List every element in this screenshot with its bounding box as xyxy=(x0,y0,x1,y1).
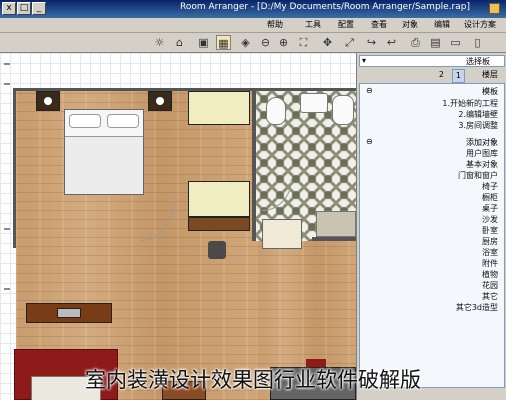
object-category[interactable]: 基本对象 xyxy=(466,159,498,170)
template-item[interactable]: 2.编辑墙壁 xyxy=(458,109,498,120)
floor-plan xyxy=(13,88,356,400)
wall-left xyxy=(13,88,16,248)
wall-tool-icon[interactable]: ▦ xyxy=(216,35,231,50)
desk-drawer xyxy=(188,217,250,231)
lamp-icon xyxy=(156,97,164,105)
object-category[interactable]: 附件 xyxy=(482,258,498,269)
window-tool-icon[interactable]: ⌂ xyxy=(172,35,187,50)
pillow xyxy=(107,114,139,128)
save-icon[interactable]: ▤ xyxy=(428,35,443,50)
ruler-mark xyxy=(4,228,10,230)
menu-view[interactable]: 查看 xyxy=(371,19,387,30)
app-icon xyxy=(489,3,500,14)
object-category[interactable]: 卧室 xyxy=(482,225,498,236)
3d-view-icon[interactable]: ◈ xyxy=(238,35,253,50)
move-icon[interactable]: ✥ xyxy=(320,35,335,50)
maximize-window-button[interactable]: □ xyxy=(17,2,31,15)
office-chair[interactable] xyxy=(208,241,226,259)
nightstand-right[interactable] xyxy=(148,91,172,111)
object-category[interactable]: 植物 xyxy=(482,269,498,280)
nightstand-left[interactable] xyxy=(36,91,60,111)
caption-text: 室内装潢设计效果图行业软件破解版 xyxy=(85,368,421,392)
ruler-mark xyxy=(4,83,10,85)
tab-floor-2[interactable]: 2 xyxy=(436,69,447,81)
tv-cabinet[interactable] xyxy=(26,303,112,323)
tab-floor-label: 楼层 xyxy=(482,70,498,79)
menu-config[interactable]: 配置 xyxy=(338,19,354,30)
tab-floor-1[interactable]: 1 xyxy=(451,69,465,83)
template-item[interactable]: 1.开始新的工程 xyxy=(442,98,498,109)
menu-project[interactable]: 设计方案 xyxy=(464,19,496,30)
object-category[interactable]: 橱柜 xyxy=(482,192,498,203)
object-category[interactable]: 其它3d造型 xyxy=(456,302,498,313)
menu-object[interactable]: 对象 xyxy=(402,19,418,30)
pillow xyxy=(69,114,101,128)
object-category[interactable]: 浴室 xyxy=(482,247,498,258)
open-icon[interactable]: ▭ xyxy=(448,35,463,50)
print-icon[interactable]: ⎙ xyxy=(408,35,423,50)
objects-header: 添加对象 xyxy=(466,138,498,147)
wardrobe[interactable] xyxy=(188,91,250,125)
object-category[interactable]: 厨房 xyxy=(482,236,498,247)
object-category[interactable]: 门窗和窗户 xyxy=(458,170,498,181)
toilet[interactable] xyxy=(266,97,286,125)
title-bar: x □ _ Room Arranger - [D:/My Documents/R… xyxy=(0,0,506,18)
new-file-icon[interactable]: ▯ xyxy=(470,35,485,50)
floor-tabs: 楼层 1 2 xyxy=(359,69,505,83)
lamp-icon[interactable]: ☼ xyxy=(152,35,167,50)
zoom-out-icon[interactable]: ⊖ xyxy=(258,35,273,50)
plan-canvas[interactable] xyxy=(0,53,356,400)
toolbar: ☼ ⌂ ▣ ▦ ◈ ⊖ ⊕ ⛶ ✥ ⤢ ↪ ↩ ⎙ ▤ ▭ ▯ xyxy=(0,33,506,53)
object-category[interactable]: 用户图库 xyxy=(466,148,498,159)
menu-tools[interactable]: 工具 xyxy=(305,19,321,30)
window-title: Room Arranger - [D:/My Documents/Room Ar… xyxy=(180,2,470,12)
fit-view-icon[interactable]: ⛶ xyxy=(296,35,311,50)
desk[interactable] xyxy=(188,181,250,217)
double-bed[interactable] xyxy=(64,109,144,195)
palette-combo[interactable]: 选择板 ▾ xyxy=(359,55,505,67)
object-category[interactable]: 桌子 xyxy=(482,203,498,214)
menu-edit[interactable]: 编辑 xyxy=(434,19,450,30)
blanket xyxy=(65,136,143,194)
collapse-icon[interactable]: ⊖ xyxy=(366,86,373,95)
collapse-icon[interactable]: ⊖ xyxy=(366,137,373,146)
wall-bath-bottom xyxy=(312,237,356,241)
menu-bar: 帮助 工具 配置 查看 对象 编辑 设计方案 xyxy=(0,18,506,33)
object-category[interactable]: 椅子 xyxy=(482,181,498,192)
templates-header: 模板 xyxy=(482,87,498,96)
panel-list: 模板 ⊖ 1.开始新的工程 2.编辑墙壁 3.房间调整 添加对象 ⊖ 用户图库 … xyxy=(359,83,505,388)
redo-icon[interactable]: ↪ xyxy=(364,35,379,50)
chevron-down-icon: ▾ xyxy=(362,56,367,65)
undo-icon[interactable]: ↩ xyxy=(384,35,399,50)
palette-combo-value: 选择板 xyxy=(466,57,490,66)
zoom-in-icon[interactable]: ⊕ xyxy=(276,35,291,50)
washbasin[interactable] xyxy=(300,93,328,113)
lamp-icon xyxy=(44,97,52,105)
tv xyxy=(57,308,81,318)
side-panel: 选择板 ▾ 楼层 1 2 模板 ⊖ 1.开始新的工程 2.编辑墙壁 3.房间调整… xyxy=(356,53,506,400)
object-category[interactable]: 其它 xyxy=(482,291,498,302)
ruler-mark xyxy=(4,288,10,290)
close-window-button[interactable]: x xyxy=(2,2,16,15)
minimize-window-button[interactable]: _ xyxy=(32,2,46,15)
object-category[interactable]: 花园 xyxy=(482,280,498,291)
door-tool-icon[interactable]: ▣ xyxy=(196,35,211,50)
bathtub[interactable] xyxy=(332,95,354,125)
bath-step xyxy=(316,211,356,237)
wall-mid-vertical xyxy=(252,91,256,241)
template-item[interactable]: 3.房间调整 xyxy=(458,120,498,131)
menu-help[interactable]: 帮助 xyxy=(267,19,283,30)
ruler-mark xyxy=(4,63,10,65)
closet[interactable] xyxy=(262,219,302,249)
measure-icon[interactable]: ⤢ xyxy=(342,35,357,50)
wall-top xyxy=(16,88,356,91)
object-category[interactable]: 沙发 xyxy=(482,214,498,225)
